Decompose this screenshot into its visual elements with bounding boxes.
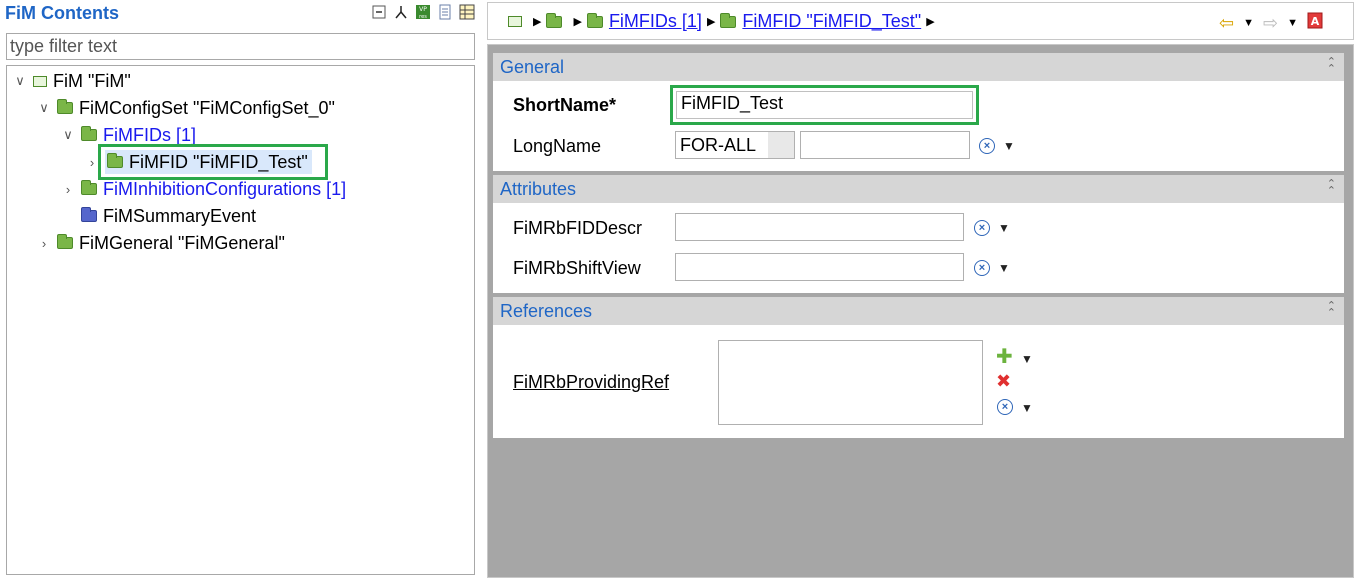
section-header[interactable]: Attributes ⌃ ⌃: [493, 175, 1344, 203]
svg-text:res: res: [419, 14, 427, 20]
tree-node-label: FiMInhibitionConfigurations [1]: [103, 178, 347, 199]
folder-icon: [57, 99, 73, 114]
panel-toolbar: VP res: [371, 4, 475, 20]
reference-list[interactable]: [718, 340, 983, 425]
section-title: General: [500, 56, 565, 77]
fimrbshiftview-input[interactable]: [675, 253, 964, 281]
tree-node-fimconfigset[interactable]: ∨ FiMConfigSet "FiMConfigSet_0": [37, 95, 335, 121]
chevron-down-icon[interactable]: ▼: [998, 221, 1010, 235]
navigation-controls: ⇦ ▼ ⇨ ▼ A: [1219, 12, 1323, 34]
tree-node-label: FiMConfigSet "FiMConfigSet_0": [79, 97, 335, 118]
chevron-down-icon[interactable]: ▼: [998, 261, 1010, 275]
editor-panel: ▶ ▶ FiMFIDs [1] ▶ FiMFID "FiMFID_Test" ▶…: [487, 0, 1356, 582]
clear-icon[interactable]: ×: [997, 399, 1013, 415]
folder-icon: [720, 12, 737, 28]
tree-node-fiminhibitionconfigurations[interactable]: › FiMInhibitionConfigurations [1]: [61, 176, 346, 202]
fimrbfiddescr-input[interactable]: [675, 213, 964, 241]
form-editor: General ⌃ ⌃ ShortName* FiMFID_Test LongNa…: [487, 44, 1354, 578]
tree-node-fimgeneral[interactable]: › FiMGeneral "FiMGeneral": [37, 230, 285, 256]
collapse-all-icon[interactable]: [371, 4, 387, 20]
module-icon[interactable]: [508, 16, 522, 27]
section-header[interactable]: General ⌃ ⌃: [493, 53, 1344, 81]
chevron-right-icon[interactable]: ▶: [573, 15, 581, 28]
longname-label: LongName: [513, 136, 602, 156]
breadcrumb: ▶ ▶ FiMFIDs [1] ▶ FiMFID "FiMFID_Test" ▶…: [487, 2, 1354, 40]
breadcrumb-trail: ▶ ▶ FiMFIDs [1] ▶ FiMFID "FiMFID_Test" ▶: [508, 11, 940, 32]
fimrbprovidingref-link[interactable]: FiMRbProvidingRef: [513, 372, 669, 393]
fimrbfiddescr-label: FiMRbFIDDescr: [513, 218, 642, 238]
shortname-field[interactable]: FiMFID_Test: [670, 85, 979, 125]
vp-res-icon[interactable]: VP res: [415, 4, 431, 20]
breadcrumb-item-fimfids[interactable]: FiMFIDs [1]: [609, 11, 702, 32]
tree-node-label: FiMFIDs [1]: [103, 124, 196, 145]
expand-toggle-icon[interactable]: ∨: [13, 73, 27, 89]
clear-icon[interactable]: ×: [974, 220, 990, 236]
chevron-right-icon[interactable]: ▶: [533, 15, 541, 28]
tree-node-label: FiMSummaryEvent: [103, 205, 257, 226]
shortname-input[interactable]: FiMFID_Test: [676, 91, 973, 119]
tree-node-fimsummaryevent[interactable]: FiMSummaryEvent: [61, 203, 256, 229]
chevron-down-icon[interactable]: ▼: [1243, 17, 1254, 29]
folder-icon[interactable]: [546, 12, 563, 28]
longname-input[interactable]: [800, 131, 970, 159]
section-general: General ⌃ ⌃ ShortName* FiMFID_Test LongNa…: [493, 53, 1344, 171]
table-view-icon[interactable]: [459, 4, 475, 20]
folder-icon: [586, 12, 603, 28]
fimrbshiftview-label: FiMRbShiftView: [513, 258, 641, 278]
chevron-right-icon[interactable]: ▶: [707, 15, 715, 28]
collapse-icon[interactable]: ⌃ ⌃: [1327, 179, 1336, 197]
svg-text:VP: VP: [419, 6, 427, 13]
breadcrumb-item-fimfid-test[interactable]: FiMFID "FiMFID_Test": [742, 11, 921, 32]
section-title: References: [500, 300, 593, 321]
language-selector[interactable]: [768, 132, 794, 158]
pdf-icon[interactable]: A: [1307, 12, 1323, 34]
tree-node-label: FiM "FiM": [53, 70, 131, 91]
folder-icon: [81, 207, 97, 222]
expand-toggle-icon[interactable]: ›: [37, 236, 51, 251]
clear-icon[interactable]: ×: [979, 138, 995, 154]
tree-node-label: FiMGeneral "FiMGeneral": [79, 232, 285, 253]
panel-title: FiM Contents: [5, 3, 119, 23]
module-icon: [33, 75, 47, 87]
expand-toggle-icon[interactable]: ∨: [61, 127, 75, 143]
chevron-down-icon[interactable]: ▼: [1021, 352, 1033, 366]
hierarchy-icon[interactable]: [393, 4, 409, 20]
folder-icon: [57, 234, 73, 249]
section-header[interactable]: References ⌃ ⌃: [493, 297, 1344, 325]
chevron-down-icon[interactable]: ▼: [1003, 139, 1015, 153]
shortname-label: ShortName*: [513, 95, 617, 115]
back-arrow-icon[interactable]: ⇦: [1219, 13, 1234, 34]
section-references: References ⌃ ⌃ FiMRbProvidingRef ✚ ▼ ✖ × …: [493, 297, 1344, 438]
forward-arrow-icon[interactable]: ⇨: [1263, 13, 1278, 34]
collapse-icon[interactable]: ⌃ ⌃: [1327, 57, 1336, 75]
expand-toggle-icon[interactable]: ∨: [37, 100, 51, 116]
chevron-down-icon[interactable]: ▼: [1287, 17, 1298, 29]
folder-icon: [81, 180, 97, 195]
clear-icon[interactable]: ×: [974, 260, 990, 276]
delete-icon[interactable]: ✖: [996, 371, 1011, 392]
svg-text:A: A: [1311, 15, 1320, 28]
highlight-box: [98, 144, 328, 180]
filter-input[interactable]: [6, 33, 475, 60]
expand-toggle-icon[interactable]: ›: [61, 182, 75, 197]
chevron-right-icon[interactable]: ▶: [926, 15, 934, 28]
collapse-icon[interactable]: ⌃ ⌃: [1327, 301, 1336, 319]
expand-toggle-icon[interactable]: ›: [85, 155, 99, 170]
fim-contents-panel: FiM Contents VPres ∨ FiM "FiM": [0, 0, 481, 582]
contents-tree: ∨ FiM "FiM" ∨ FiMConfigSet "FiMConfigSet…: [6, 65, 475, 575]
section-title: Attributes: [500, 178, 577, 199]
section-attributes: Attributes ⌃ ⌃ FiMRbFIDDescr × ▼ FiMRbShi…: [493, 175, 1344, 293]
tree-node-fim[interactable]: ∨ FiM "FiM": [13, 68, 131, 94]
panel-header: FiM Contents VP res: [0, 0, 481, 28]
chevron-down-icon[interactable]: ▼: [1021, 401, 1033, 415]
folder-icon: [81, 126, 97, 141]
add-icon[interactable]: ✚: [996, 344, 1013, 369]
document-icon[interactable]: [437, 4, 453, 20]
